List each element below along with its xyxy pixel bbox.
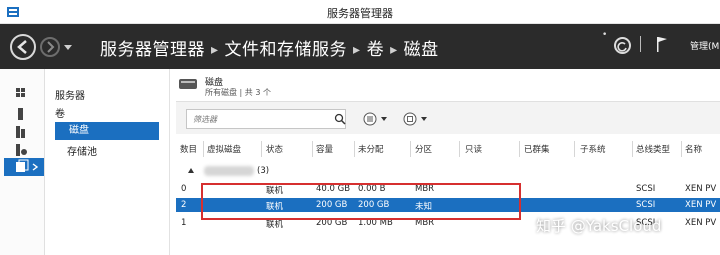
search-icon[interactable] — [334, 113, 346, 125]
col-header-number[interactable]: 数目 — [180, 143, 197, 155]
all-servers-icon[interactable] — [6, 124, 36, 140]
disk-icon — [179, 79, 197, 89]
col-header-virtual-disk[interactable]: 虚拟磁盘 — [207, 143, 241, 155]
dropdown-dot-icon[interactable]: • — [602, 30, 607, 40]
col-header-bus-type[interactable]: 总线类型 — [636, 143, 670, 155]
cell-bus-type: SCSI — [636, 184, 656, 194]
window-title: 服务器管理器 — [327, 7, 393, 20]
cell-bus-type: SCSI — [636, 200, 656, 210]
breadcrumb-item-disks: 磁盘 — [403, 40, 439, 60]
col-header-unallocated[interactable]: 未分配 — [358, 143, 384, 155]
server-manager-window: 服务器管理器 服务器管理器 ▸ 文件和存储服务 ▸ 卷 ▸ 磁盘 • 管理(M) — [0, 0, 720, 255]
watermark-text: 知乎 @YaksCloud — [536, 217, 662, 235]
storage-icon-active[interactable] — [4, 158, 44, 176]
back-button[interactable] — [10, 34, 36, 60]
breadcrumb: 服务器管理器 ▸ 文件和存储服务 ▸ 卷 ▸ 磁盘 — [100, 35, 439, 60]
notification-flag-icon[interactable] — [655, 35, 669, 53]
cell-number: 1 — [181, 218, 187, 228]
nav-item-volumes[interactable]: 卷 — [55, 105, 65, 120]
cell-number: 2 — [181, 200, 187, 210]
file-services-icon[interactable] — [6, 142, 36, 158]
col-header-name[interactable]: 名称 — [685, 143, 702, 155]
nav-item-storage-pools[interactable]: 存储池 — [67, 143, 97, 158]
redacted-host-name — [204, 166, 254, 176]
cell-number: 0 — [181, 184, 187, 194]
header-divider — [640, 36, 641, 52]
nav-item-servers[interactable]: 服务器 — [55, 87, 85, 102]
highlight-box — [201, 183, 521, 220]
arrow-right-icon — [47, 41, 55, 53]
history-dropdown-icon[interactable] — [62, 41, 74, 53]
breadcrumb-item-volumes[interactable]: 卷 — [367, 40, 385, 60]
collapse-triangle-icon[interactable] — [188, 168, 194, 173]
filter-toolbar: 筛选器 — [176, 101, 720, 134]
section-subtitle: 所有磁盘 | 共 3 个 — [205, 88, 271, 97]
col-header-clustered[interactable]: 已群集 — [524, 143, 550, 155]
breadcrumb-separator-icon: ▸ — [390, 42, 398, 58]
title-bar: 服务器管理器 — [0, 0, 720, 24]
list-options-button[interactable] — [362, 110, 392, 128]
save-query-button[interactable] — [402, 110, 432, 128]
breadcrumb-separator-icon: ▸ — [353, 42, 361, 58]
breadcrumb-item-server-manager[interactable]: 服务器管理器 — [100, 40, 205, 60]
nav-item-disks[interactable]: 磁盘 — [55, 122, 159, 140]
dashboard-icon[interactable] — [6, 86, 36, 102]
forward-button[interactable] — [40, 37, 60, 57]
col-header-subsystem[interactable]: 子系统 — [580, 143, 606, 155]
refresh-icon[interactable] — [614, 37, 631, 54]
icon-strip — [0, 69, 45, 255]
refresh-arrow-icon — [617, 42, 627, 52]
cell-name: XEN PV — [685, 218, 717, 228]
breadcrumb-separator-icon: ▸ — [211, 42, 219, 58]
group-row[interactable]: (3) — [176, 164, 720, 178]
col-header-status[interactable]: 状态 — [266, 143, 283, 155]
col-header-partition[interactable]: 分区 — [415, 143, 432, 155]
col-header-read-only[interactable]: 只读 — [465, 143, 482, 155]
header-bar: 服务器管理器 ▸ 文件和存储服务 ▸ 卷 ▸ 磁盘 — [0, 24, 720, 69]
navigation-pane: 服务器 卷 磁盘 存储池 — [45, 69, 170, 255]
group-count: (3) — [257, 166, 270, 176]
cell-name: XEN PV — [685, 184, 717, 194]
filter-input[interactable]: 筛选器 — [186, 109, 346, 129]
breadcrumb-item-file-storage[interactable]: 文件和存储服务 — [225, 40, 348, 60]
arrow-left-icon — [17, 40, 27, 54]
storage-icon — [16, 159, 39, 172]
col-header-capacity[interactable]: 容量 — [316, 143, 333, 155]
local-server-icon[interactable] — [6, 106, 36, 122]
manage-menu[interactable]: 管理(M) — [690, 39, 720, 52]
table-header: 数目 虚拟磁盘 状态 容量 未分配 分区 只读 已群集 子系统 总线类型 名称 — [176, 141, 720, 157]
cell-name: XEN PV — [685, 200, 717, 210]
